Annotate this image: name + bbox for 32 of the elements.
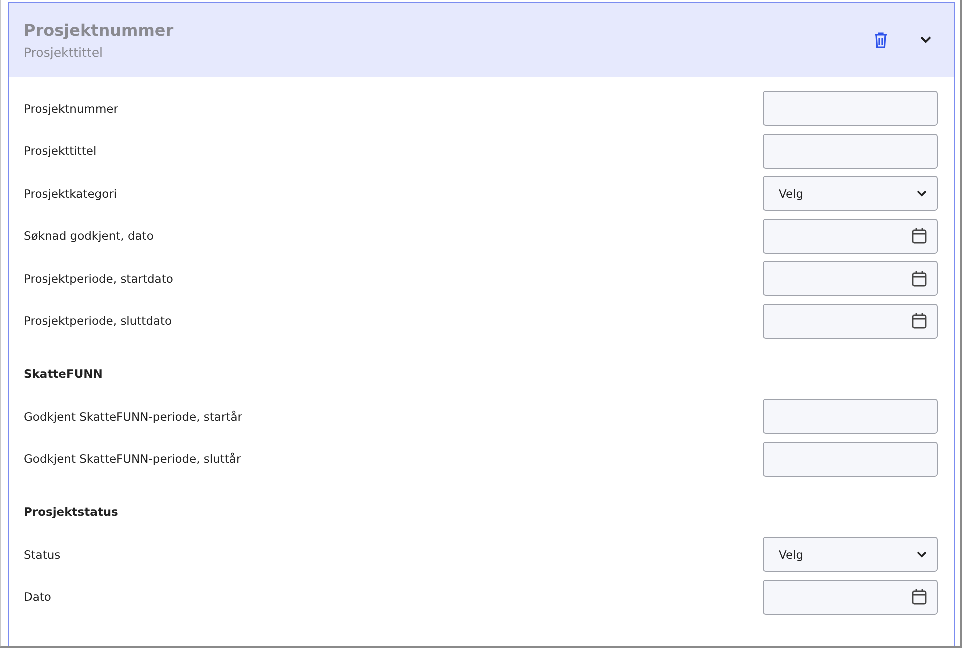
- card-subtitle: Prosjekttittel: [24, 44, 104, 60]
- card-title: Prosjektnummer: [24, 20, 175, 40]
- chevron-icon[interactable]: [920, 36, 932, 44]
- date-field[interactable]: [763, 261, 938, 296]
- field-label: Prosjektnummer: [24, 102, 118, 116]
- field-label: Godkjent SkatteFUNN-periode, sluttår: [24, 452, 242, 466]
- chevron-icon: [917, 551, 927, 558]
- date-field[interactable]: [763, 580, 938, 614]
- chevron-icon: [917, 190, 927, 197]
- select-field[interactable]: Velg: [763, 176, 938, 211]
- date-field[interactable]: [763, 218, 938, 254]
- calendar-icon: [912, 270, 927, 286]
- field-label: Status: [24, 548, 61, 562]
- calendar-icon: [912, 589, 927, 605]
- input-field[interactable]: [763, 134, 938, 168]
- input-field[interactable]: [763, 91, 938, 126]
- delete-icon[interactable]: [874, 32, 888, 48]
- date-field[interactable]: [763, 304, 938, 338]
- field-label: Dato: [24, 590, 52, 604]
- section-heading: Prosjektstatus: [24, 505, 118, 519]
- calendar-icon: [912, 228, 927, 244]
- field-label: Prosjektperiode, startdato: [24, 272, 174, 286]
- field-label: Prosjektkategori: [24, 186, 118, 200]
- field-label: Godkjent SkatteFUNN-periode, startår: [24, 410, 242, 424]
- input-field[interactable]: [763, 399, 938, 434]
- field-label: Søknad godkjent, dato: [24, 229, 154, 243]
- input-field[interactable]: [763, 442, 938, 476]
- field-label: Prosjektperiode, sluttdato: [24, 314, 172, 328]
- calendar-icon: [912, 313, 927, 329]
- section-heading: SkatteFUNN: [24, 367, 103, 381]
- field-label: Prosjekttittel: [24, 144, 97, 158]
- select-field[interactable]: Velg: [763, 537, 938, 572]
